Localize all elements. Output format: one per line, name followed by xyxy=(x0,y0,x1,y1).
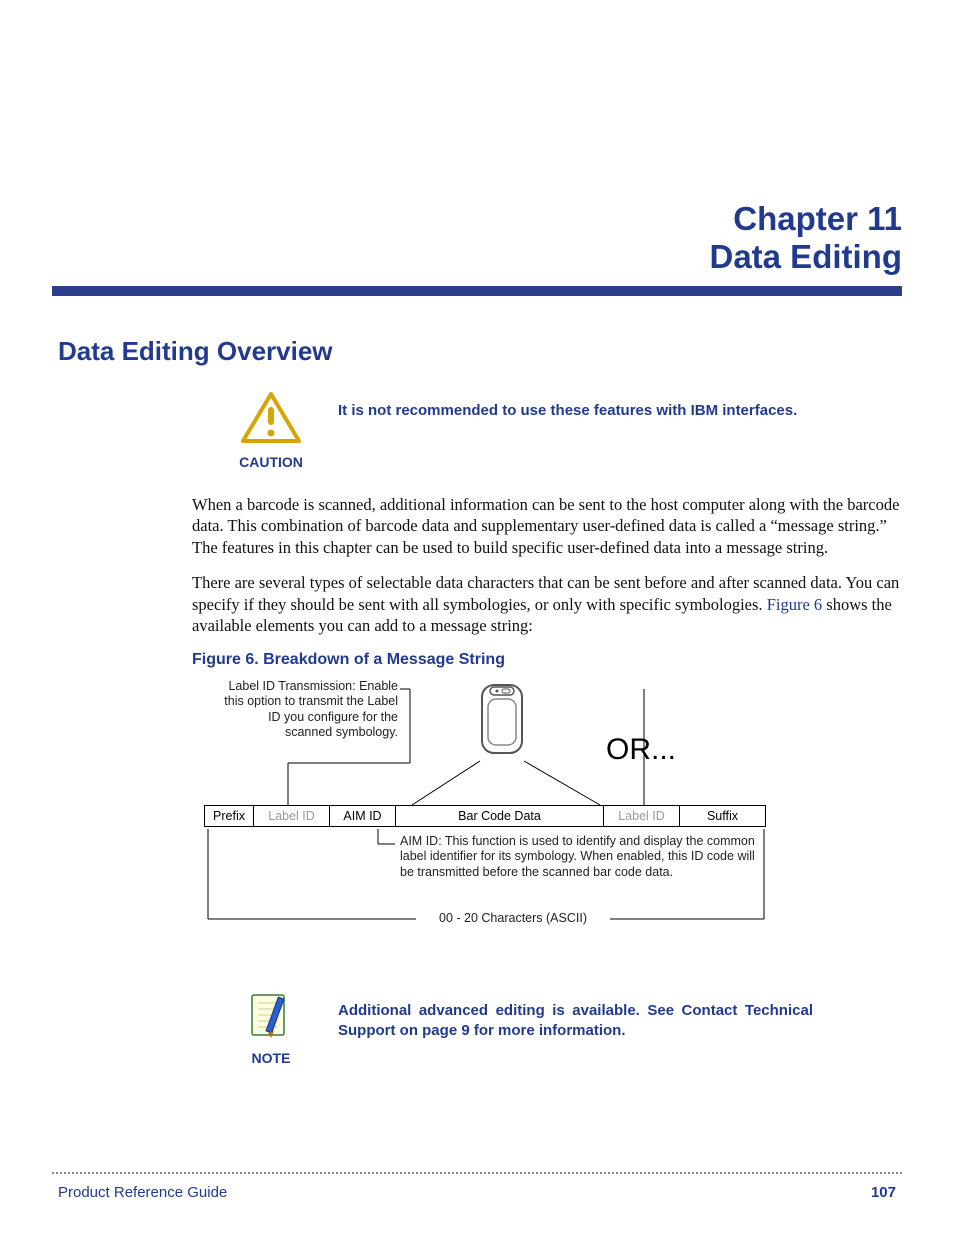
cell-prefix: Prefix xyxy=(204,805,254,827)
paragraph-1: When a barcode is scanned, additional in… xyxy=(192,494,902,558)
chapter-number: Chapter 11 xyxy=(52,200,902,238)
note-icon xyxy=(244,991,298,1041)
range-annotation: 00 - 20 Characters (ASCII) xyxy=(420,911,606,927)
note-icon-column: NOTE xyxy=(232,991,310,1066)
caution-callout: CAUTION It is not recommended to use the… xyxy=(232,391,872,470)
caution-icon xyxy=(240,391,302,445)
cell-bar-code-data: Bar Code Data xyxy=(396,805,604,827)
cell-label-id-left: Label ID xyxy=(254,805,330,827)
message-string-row: Prefix Label ID AIM ID Bar Code Data Lab… xyxy=(204,805,766,827)
cell-aim-id: AIM ID xyxy=(330,805,396,827)
cell-label-id-right: Label ID xyxy=(604,805,680,827)
aim-id-annotation: AIM ID: This function is used to identif… xyxy=(400,834,756,881)
paragraph-2: There are several types of selectable da… xyxy=(192,572,902,636)
footer: Product Reference Guide 107 xyxy=(52,1184,902,1201)
chapter-heading: Chapter 11 Data Editing xyxy=(52,200,902,276)
note-callout: NOTE Additional advanced editing is avai… xyxy=(232,991,872,1066)
caution-label: CAUTION xyxy=(232,454,310,470)
section-heading: Data Editing Overview xyxy=(58,336,902,367)
body-text: When a barcode is scanned, additional in… xyxy=(192,494,902,959)
caution-message: It is not recommended to use these featu… xyxy=(338,391,797,421)
page-number: 107 xyxy=(871,1184,896,1201)
footer-left: Product Reference Guide xyxy=(58,1184,227,1201)
note-label: NOTE xyxy=(232,1050,310,1066)
caution-icon-column: CAUTION xyxy=(232,391,310,470)
note-message: Additional advanced editing is available… xyxy=(338,991,813,1042)
figure-6-link[interactable]: Figure 6 xyxy=(767,595,822,614)
page: Chapter 11 Data Editing Data Editing Ove… xyxy=(0,0,954,1235)
figure-6: Label ID Transmission: Enable this optio… xyxy=(200,679,790,959)
cell-suffix: Suffix xyxy=(680,805,766,827)
figure-caption: Figure 6. Breakdown of a Message String xyxy=(192,651,902,669)
footer-divider xyxy=(52,1172,902,1174)
chapter-rule xyxy=(52,286,902,296)
chapter-title: Data Editing xyxy=(52,238,902,276)
